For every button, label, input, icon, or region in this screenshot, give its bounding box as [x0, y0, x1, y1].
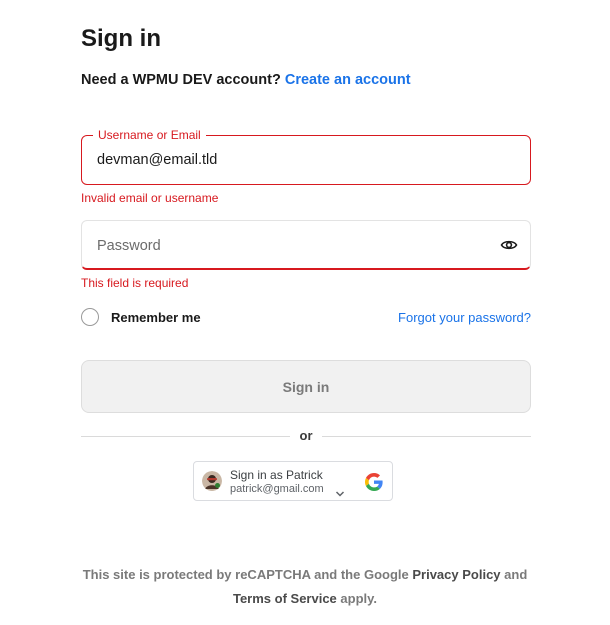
google-logo-icon — [365, 473, 383, 491]
create-account-link[interactable]: Create an account — [285, 72, 411, 88]
account-prompt-text: Need a WPMU DEV account? — [81, 72, 281, 88]
avatar — [202, 471, 222, 491]
remember-me-label: Remember me — [111, 309, 201, 325]
divider-line-right — [322, 436, 531, 437]
username-field[interactable]: Username or Email devman@email.tld — [81, 128, 531, 185]
forgot-password-link[interactable]: Forgot your password? — [398, 310, 531, 325]
google-account-email: patrick@gmail.com — [230, 483, 324, 495]
terms-of-service-link[interactable]: Terms of Service — [233, 591, 337, 606]
google-account-name: Sign in as Patrick — [230, 468, 323, 482]
recaptcha-suffix: apply. — [340, 591, 378, 606]
chevron-down-icon[interactable] — [335, 485, 345, 497]
username-label: Username or Email — [93, 128, 206, 142]
username-error: Invalid email or username — [81, 191, 219, 205]
remember-me-checkbox[interactable]: Remember me — [81, 306, 201, 328]
eye-icon[interactable] — [500, 237, 518, 253]
google-sign-in-button[interactable]: Sign in as Patrick patrick@gmail.com — [193, 461, 393, 501]
recaptcha-notice: This site is protected by reCAPTCHA and … — [0, 563, 610, 611]
username-input[interactable]: devman@email.tld — [97, 151, 217, 169]
recaptcha-prefix: This site is protected by reCAPTCHA and … — [82, 567, 409, 582]
radio-icon[interactable] — [81, 308, 99, 326]
or-divider: or — [81, 428, 531, 444]
sign-in-page: Sign in Need a WPMU DEV account? Create … — [0, 0, 610, 625]
password-field[interactable]: Password — [81, 220, 531, 270]
recaptcha-conjunction: and — [504, 567, 528, 582]
password-error: This field is required — [81, 276, 189, 290]
password-input[interactable]: Password — [97, 237, 161, 255]
account-prompt: Need a WPMU DEV account? Create an accou… — [81, 71, 411, 89]
privacy-policy-link[interactable]: Privacy Policy — [412, 567, 500, 582]
page-title: Sign in — [81, 25, 161, 52]
sign-in-button[interactable]: Sign in — [81, 360, 531, 413]
